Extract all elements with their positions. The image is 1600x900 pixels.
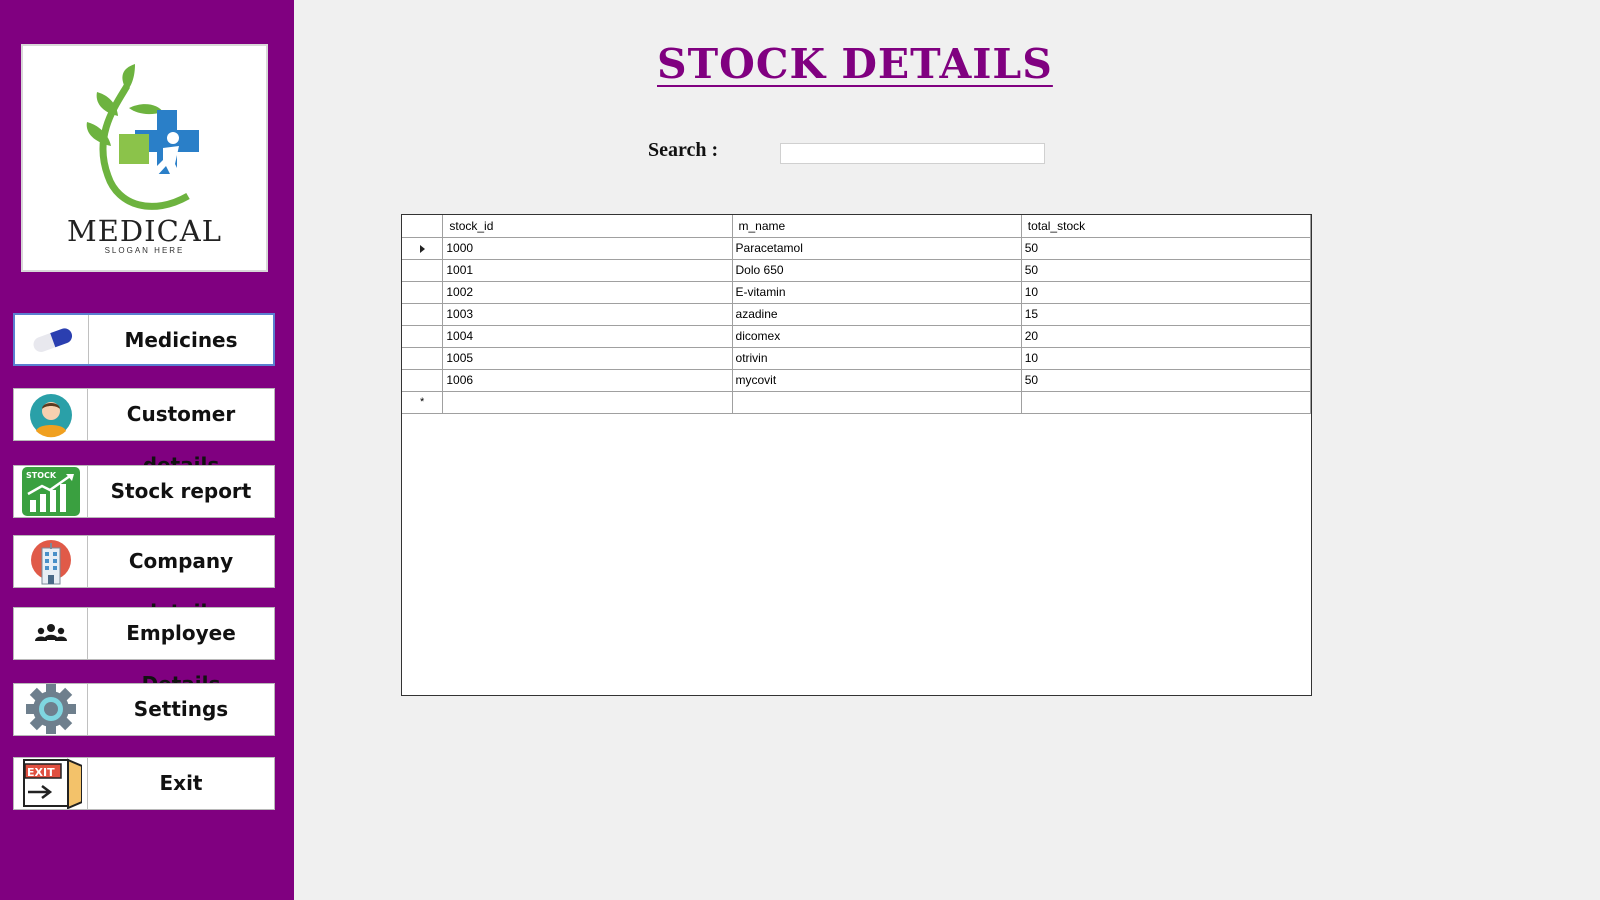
new-cell-m-name[interactable]	[731, 390, 1022, 414]
new-cell-stock-id[interactable]	[442, 390, 733, 414]
exit-label: Exit	[159, 771, 203, 795]
svg-text:STOCK: STOCK	[26, 471, 57, 480]
column-header-stock-id[interactable]: stock_id	[442, 215, 733, 238]
cell-m-name[interactable]: Dolo 650	[731, 258, 1022, 282]
svg-text:EXIT: EXIT	[27, 766, 55, 779]
logo-slogan: SLOGAN HERE	[104, 246, 185, 255]
customer-avatar-icon	[14, 389, 88, 440]
cell-m-name[interactable]: otrivin	[731, 346, 1022, 370]
column-header-m-name[interactable]: m_name	[731, 215, 1022, 238]
table-row[interactable]: 1003 azadine 15	[402, 302, 1312, 326]
employee-details-label: Employee Details	[126, 621, 236, 696]
cell-total-stock[interactable]: 50	[1020, 368, 1312, 392]
row-header[interactable]	[402, 302, 444, 326]
row-header-corner	[402, 215, 444, 238]
column-header-total-stock[interactable]: total_stock	[1020, 215, 1312, 238]
row-header[interactable]	[402, 368, 444, 392]
employees-icon	[14, 608, 88, 659]
table-row[interactable]: 1005 otrivin 10	[402, 346, 1312, 370]
cell-total-stock[interactable]: 50	[1020, 258, 1312, 282]
new-cell-total-stock[interactable]	[1020, 390, 1312, 414]
cell-m-name[interactable]: mycovit	[731, 368, 1022, 392]
stock-report-button[interactable]: STOCK Stock report	[13, 465, 275, 518]
stock-chart-icon: STOCK	[14, 466, 88, 517]
cell-m-name[interactable]: dicomex	[731, 324, 1022, 348]
cell-stock-id[interactable]: 1002	[442, 280, 733, 304]
cell-total-stock[interactable]: 50	[1020, 236, 1312, 260]
exit-button[interactable]: EXIT Exit	[13, 757, 275, 810]
employee-details-button[interactable]: Employee Details	[13, 607, 275, 696]
settings-label: Settings	[133, 697, 229, 721]
cell-stock-id[interactable]: 1001	[442, 258, 733, 282]
sidebar: MEDICAL SLOGAN HERE Medicines Customer d…	[0, 0, 294, 900]
company-details-label: Company details	[128, 549, 234, 624]
row-header[interactable]	[402, 324, 444, 348]
cell-m-name[interactable]: azadine	[731, 302, 1022, 326]
table-row[interactable]: 1006 mycovit 50	[402, 368, 1312, 392]
current-row-arrow-icon	[419, 244, 425, 253]
cell-stock-id[interactable]: 1006	[442, 368, 733, 392]
search-input[interactable]	[780, 143, 1045, 164]
cell-stock-id[interactable]: 1005	[442, 346, 733, 370]
cell-total-stock[interactable]: 10	[1020, 280, 1312, 304]
table-row[interactable]: 1001 Dolo 650 50	[402, 258, 1312, 282]
company-details-button[interactable]: Company details	[13, 535, 275, 624]
search-label: Search :	[648, 139, 719, 161]
cell-total-stock[interactable]: 20	[1020, 324, 1312, 348]
new-row[interactable]: *	[402, 390, 1312, 414]
row-header[interactable]	[402, 236, 444, 260]
cell-total-stock[interactable]: 10	[1020, 346, 1312, 370]
row-header[interactable]	[402, 280, 444, 304]
cell-stock-id[interactable]: 1003	[442, 302, 733, 326]
company-building-icon	[14, 536, 88, 587]
medical-logo: MEDICAL SLOGAN HERE	[21, 44, 268, 272]
capsule-icon	[15, 315, 89, 364]
cell-stock-id[interactable]: 1004	[442, 324, 733, 348]
stock-data-grid[interactable]: stock_id m_name total_stock 1000 Paracet…	[401, 214, 1312, 696]
cell-m-name[interactable]: E-vitamin	[731, 280, 1022, 304]
stock-report-label: Stock report	[110, 479, 252, 503]
row-header[interactable]	[402, 258, 444, 282]
table-row[interactable]: 1004 dicomex 20	[402, 324, 1312, 348]
table-row[interactable]: 1002 E-vitamin 10	[402, 280, 1312, 304]
customer-details-button[interactable]: Customer details	[13, 388, 275, 477]
logo-brand-name: MEDICAL	[67, 214, 222, 248]
gear-icon	[14, 684, 88, 735]
customer-details-label: Customer details	[126, 402, 236, 477]
cell-stock-id[interactable]: 1000	[442, 236, 733, 260]
cell-m-name[interactable]: Paracetamol	[731, 236, 1022, 260]
stock-table: stock_id m_name total_stock 1000 Paracet…	[402, 215, 1312, 414]
exit-door-icon: EXIT	[14, 758, 88, 809]
new-row-marker[interactable]: *	[402, 390, 444, 414]
medicines-label: Medicines	[124, 328, 238, 352]
page-title: STOCK DETAILS	[657, 40, 1053, 88]
cell-total-stock[interactable]: 15	[1020, 302, 1312, 326]
medicines-button[interactable]: Medicines	[13, 313, 275, 366]
table-header-row: stock_id m_name total_stock	[402, 215, 1312, 238]
settings-button[interactable]: Settings	[13, 683, 275, 736]
table-row[interactable]: 1000 Paracetamol 50	[402, 236, 1312, 260]
row-header[interactable]	[402, 346, 444, 370]
